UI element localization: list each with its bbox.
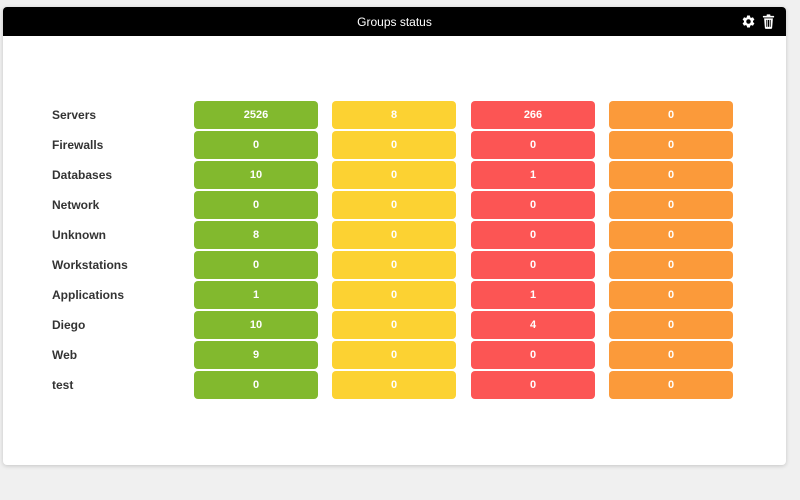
critical-count-cell[interactable]: 0: [471, 371, 595, 399]
normal-count-cell[interactable]: 2526: [194, 101, 318, 129]
unknown-count-cell[interactable]: 0: [609, 191, 733, 219]
warning-count-cell[interactable]: 0: [332, 161, 456, 189]
groups-status-widget: Groups status Servers 2526 8 266 0 Firew…: [3, 7, 786, 465]
critical-count-cell[interactable]: 0: [471, 191, 595, 219]
group-name[interactable]: Unknown: [52, 221, 106, 249]
unknown-count-cell[interactable]: 0: [609, 251, 733, 279]
unknown-count-cell[interactable]: 0: [609, 131, 733, 159]
warning-count-cell[interactable]: 0: [332, 221, 456, 249]
group-row-test: test 0 0 0 0: [3, 371, 786, 401]
group-row-diego: Diego 10 0 4 0: [3, 311, 786, 341]
critical-count-cell[interactable]: 0: [471, 131, 595, 159]
widget-title: Groups status: [357, 14, 432, 29]
group-name[interactable]: Databases: [52, 161, 112, 189]
normal-count-cell[interactable]: 10: [194, 311, 318, 339]
normal-count-cell[interactable]: 0: [194, 191, 318, 219]
groups-status-grid: Servers 2526 8 266 0 Firewalls 0 0 0 0 D…: [3, 101, 786, 401]
group-row-firewalls: Firewalls 0 0 0 0: [3, 131, 786, 161]
critical-count-cell[interactable]: 266: [471, 101, 595, 129]
critical-count-cell[interactable]: 4: [471, 311, 595, 339]
gear-icon[interactable]: [740, 13, 757, 30]
warning-count-cell[interactable]: 8: [332, 101, 456, 129]
group-row-servers: Servers 2526 8 266 0: [3, 101, 786, 131]
group-name[interactable]: Workstations: [52, 251, 128, 279]
unknown-count-cell[interactable]: 0: [609, 221, 733, 249]
group-name[interactable]: Network: [52, 191, 99, 219]
normal-count-cell[interactable]: 10: [194, 161, 318, 189]
unknown-count-cell[interactable]: 0: [609, 281, 733, 309]
trash-icon[interactable]: [760, 13, 777, 30]
group-name[interactable]: test: [52, 371, 73, 399]
unknown-count-cell[interactable]: 0: [609, 311, 733, 339]
group-name[interactable]: Servers: [52, 101, 96, 129]
group-name[interactable]: Diego: [52, 311, 85, 339]
group-row-databases: Databases 10 0 1 0: [3, 161, 786, 191]
critical-count-cell[interactable]: 0: [471, 221, 595, 249]
normal-count-cell[interactable]: 9: [194, 341, 318, 369]
group-row-network: Network 0 0 0 0: [3, 191, 786, 221]
group-row-unknown: Unknown 8 0 0 0: [3, 221, 786, 251]
warning-count-cell[interactable]: 0: [332, 251, 456, 279]
widget-header: Groups status: [3, 7, 786, 36]
warning-count-cell[interactable]: 0: [332, 311, 456, 339]
warning-count-cell[interactable]: 0: [332, 281, 456, 309]
unknown-count-cell[interactable]: 0: [609, 341, 733, 369]
warning-count-cell[interactable]: 0: [332, 341, 456, 369]
normal-count-cell[interactable]: 8: [194, 221, 318, 249]
unknown-count-cell[interactable]: 0: [609, 371, 733, 399]
warning-count-cell[interactable]: 0: [332, 191, 456, 219]
warning-count-cell[interactable]: 0: [332, 131, 456, 159]
normal-count-cell[interactable]: 0: [194, 131, 318, 159]
unknown-count-cell[interactable]: 0: [609, 101, 733, 129]
normal-count-cell[interactable]: 0: [194, 371, 318, 399]
critical-count-cell[interactable]: 1: [471, 161, 595, 189]
critical-count-cell[interactable]: 0: [471, 251, 595, 279]
normal-count-cell[interactable]: 0: [194, 251, 318, 279]
group-row-workstations: Workstations 0 0 0 0: [3, 251, 786, 281]
group-row-web: Web 9 0 0 0: [3, 341, 786, 371]
group-name[interactable]: Web: [52, 341, 77, 369]
warning-count-cell[interactable]: 0: [332, 371, 456, 399]
widget-actions: [740, 13, 777, 30]
group-row-applications: Applications 1 0 1 0: [3, 281, 786, 311]
normal-count-cell[interactable]: 1: [194, 281, 318, 309]
group-name[interactable]: Applications: [52, 281, 124, 309]
unknown-count-cell[interactable]: 0: [609, 161, 733, 189]
critical-count-cell[interactable]: 0: [471, 341, 595, 369]
critical-count-cell[interactable]: 1: [471, 281, 595, 309]
group-name[interactable]: Firewalls: [52, 131, 103, 159]
